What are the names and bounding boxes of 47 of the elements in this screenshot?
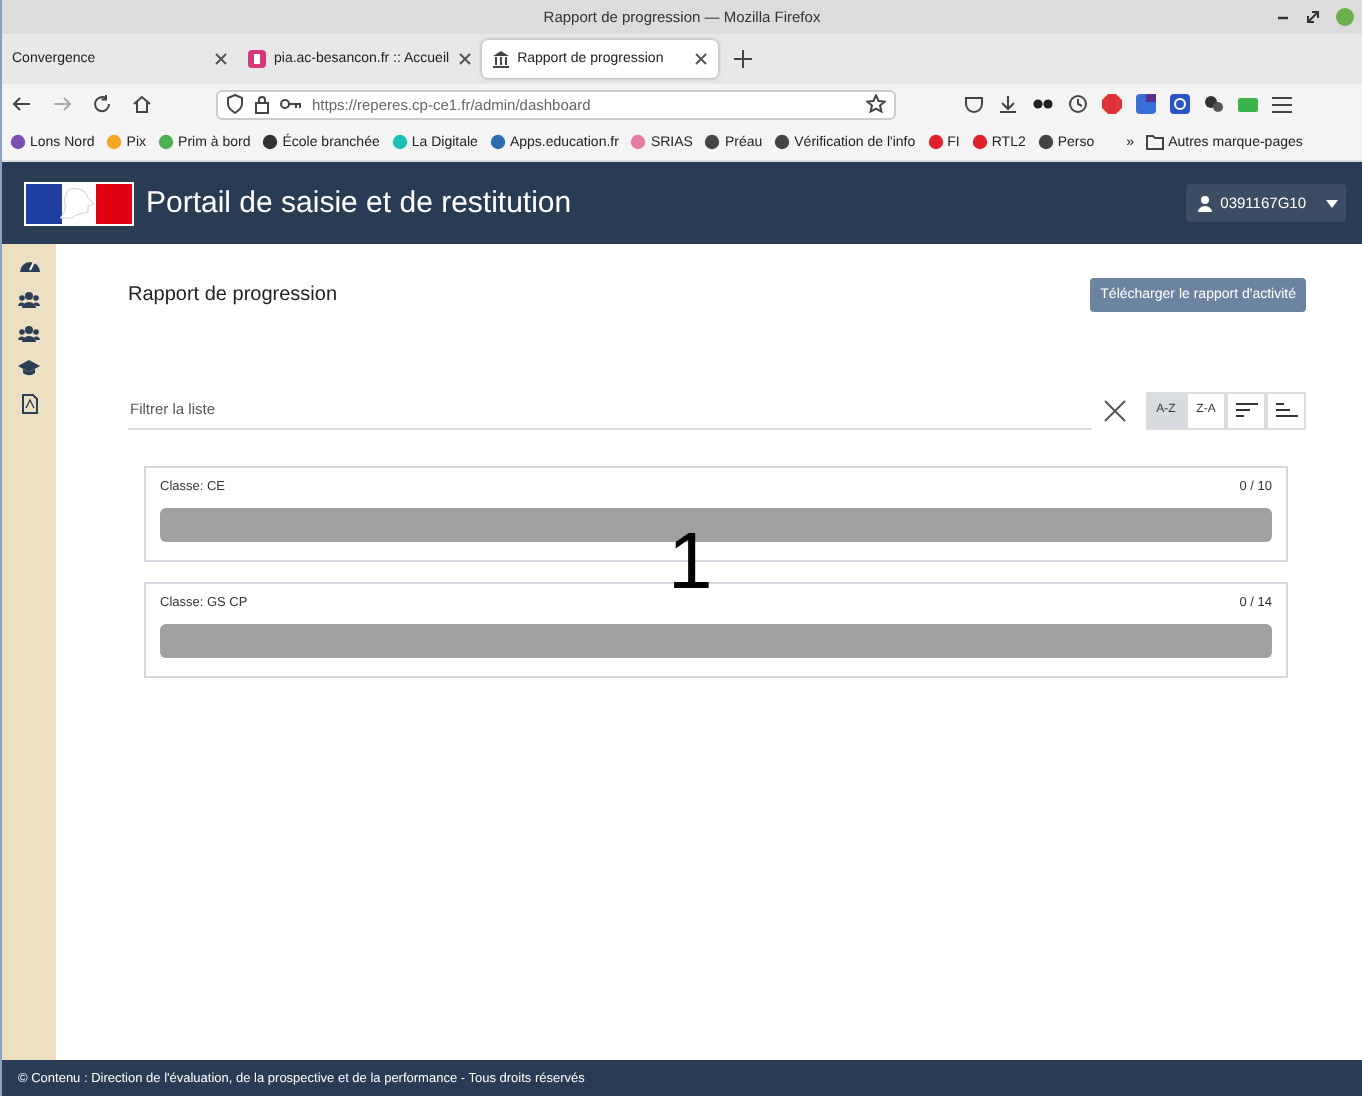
sort-lines-icon [1275,402,1297,418]
sort-descending-button[interactable] [1226,391,1266,429]
graduation-cap-icon[interactable] [18,360,40,376]
extension-icon[interactable] [1204,94,1224,114]
bookmark-icon [971,134,988,150]
bookmark-icon [927,134,944,150]
overlay-number: 1 [668,522,713,602]
menu-icon[interactable] [1272,95,1292,113]
page-heading: Rapport de progression [128,284,338,306]
download-icon[interactable] [998,94,1018,114]
bookmark-icon [489,134,506,150]
maximize-icon[interactable] [1306,10,1320,24]
bookmark-icon [1037,134,1054,150]
bookmark-icon [704,134,721,150]
star-icon[interactable] [866,94,886,114]
lock-icon [254,94,270,114]
bookmark-icon [158,134,175,150]
users-icon[interactable] [18,326,40,342]
extension-icon[interactable] [1170,94,1190,114]
pdf-file-icon[interactable] [21,394,37,414]
back-icon[interactable] [12,94,32,114]
bookmark-icon [262,134,279,150]
shield-icon [226,94,244,114]
caret-icon [1326,199,1338,207]
users-icon[interactable] [18,292,40,308]
extension-icon[interactable] [1136,94,1156,114]
sort-ascending-button[interactable] [1266,391,1306,429]
dashboard-icon[interactable] [19,256,39,274]
clear-icon[interactable] [1104,399,1126,421]
sort-lines-icon [1235,402,1257,418]
key-icon [280,96,302,112]
folder-icon [1146,134,1165,150]
pocket-icon[interactable] [964,94,984,114]
reload-icon[interactable] [92,94,112,114]
new-tab-icon[interactable] [733,50,752,68]
app-title: Portail de saisie et de restitution [146,186,574,220]
glasses-icon[interactable] [1032,96,1054,112]
history-icon[interactable] [1068,94,1088,114]
bookmark-icon [630,134,647,150]
home-icon[interactable] [132,94,152,114]
bookmark-icon [391,134,408,150]
stop-sign-icon[interactable] [1102,94,1122,114]
bookmark-icon [106,134,123,150]
flag-logo-icon [24,181,134,225]
bookmark-icon [774,134,791,150]
user-icon [1198,195,1213,211]
bookmark-icon [10,134,26,150]
